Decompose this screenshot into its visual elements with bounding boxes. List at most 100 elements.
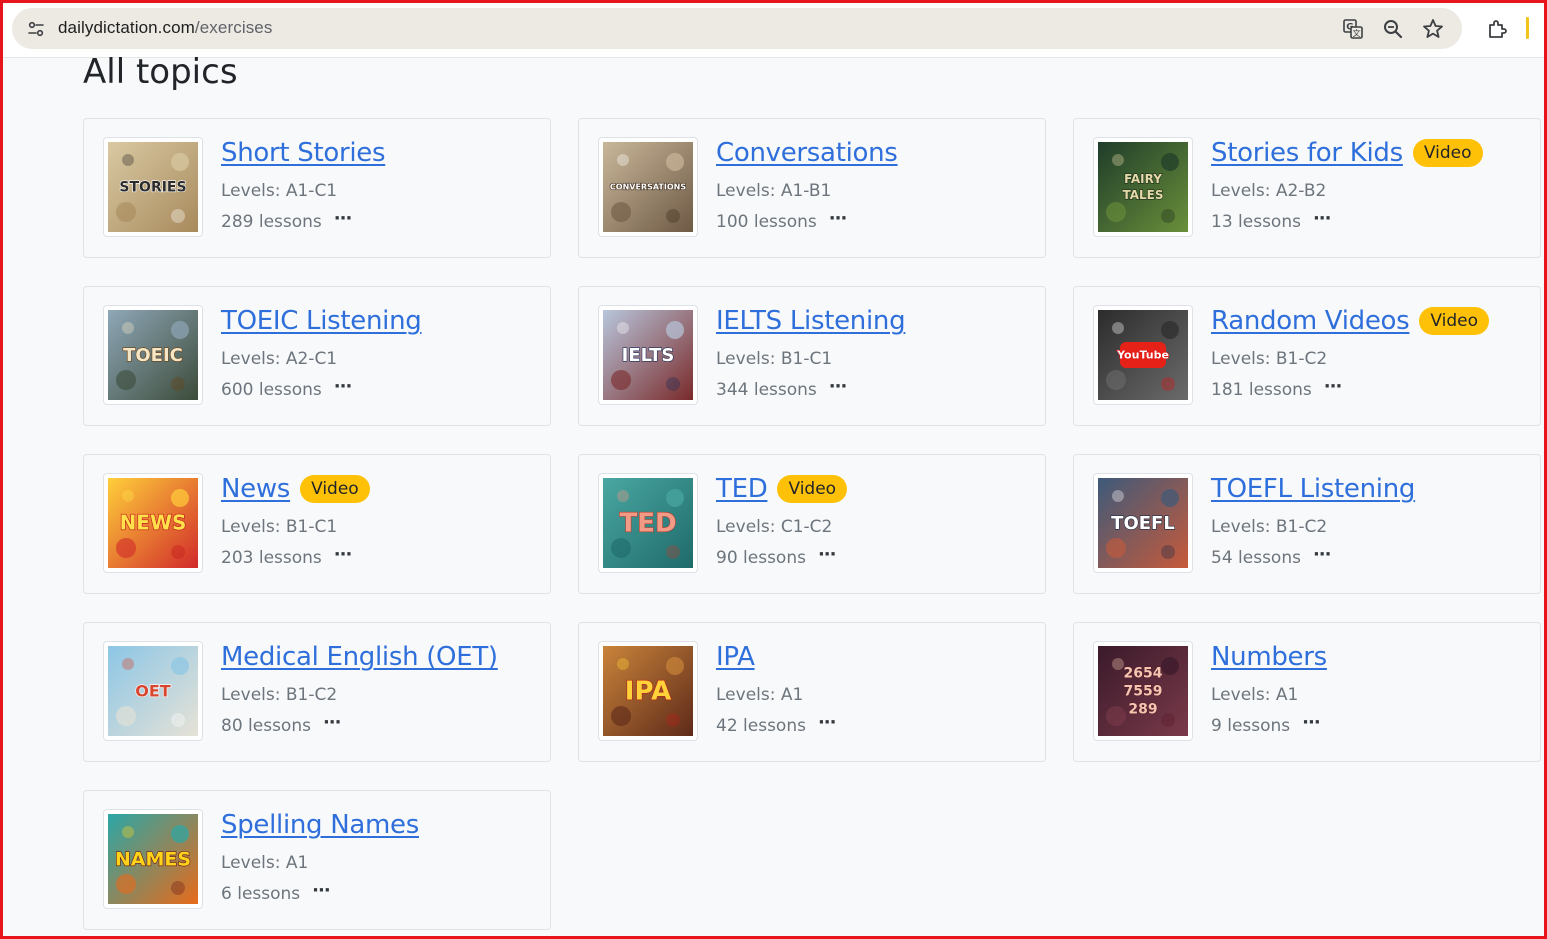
topic-lessons-row: 80 lessons ··· xyxy=(221,714,341,737)
topic-lessons-row: 203 lessons ··· xyxy=(221,546,352,569)
more-options-icon[interactable]: ··· xyxy=(829,378,847,396)
topic-card: CONVERSATIONS Conversations Levels: A1-B… xyxy=(578,118,1046,258)
topic-card: YouTube Random Videos Video Levels: B1-C… xyxy=(1073,286,1541,426)
more-options-icon[interactable]: ··· xyxy=(334,378,352,396)
topic-title-row: Conversations xyxy=(716,138,898,168)
video-badge: Video xyxy=(777,475,848,503)
more-options-icon[interactable]: ··· xyxy=(323,714,341,732)
svg-text:TOEFL: TOEFL xyxy=(1111,513,1175,534)
topic-lessons-count: 181 lessons xyxy=(1211,380,1312,400)
more-options-icon[interactable]: ··· xyxy=(818,714,836,732)
topic-title-row: Stories for Kids Video xyxy=(1211,138,1483,168)
url-path: /exercises xyxy=(194,18,273,37)
topic-lessons-row: 100 lessons ··· xyxy=(716,210,847,233)
more-options-icon[interactable]: ··· xyxy=(334,546,352,564)
topic-thumbnail[interactable]: CONVERSATIONS xyxy=(598,137,698,237)
topic-title-link[interactable]: Numbers xyxy=(1211,642,1327,672)
topic-title-link[interactable]: Conversations xyxy=(716,138,898,168)
topic-card: FAIRY TALES Stories for Kids Video Levels… xyxy=(1073,118,1541,258)
svg-text:FAIRY: FAIRY xyxy=(1124,172,1162,186)
topic-lessons-row: 289 lessons ··· xyxy=(221,210,352,233)
more-options-icon[interactable]: ··· xyxy=(1302,714,1320,732)
topic-card: NEWS News Video Levels: B1-C1 203 lesson… xyxy=(83,454,551,594)
topic-card: 2654 7559 289 Numbers Levels: A1 9 lessons… xyxy=(1073,622,1541,762)
topic-lessons-row: 42 lessons ··· xyxy=(716,714,836,737)
profile-indicator xyxy=(1526,17,1529,39)
topic-lessons-count: 42 lessons xyxy=(716,716,806,736)
more-options-icon[interactable]: ··· xyxy=(818,546,836,564)
svg-text:文: 文 xyxy=(1353,28,1361,38)
topic-title-link[interactable]: Short Stories xyxy=(221,138,386,168)
page-title: All topics xyxy=(83,52,238,92)
topic-lessons-row: 13 lessons ··· xyxy=(1211,210,1331,233)
video-badge: Video xyxy=(300,475,370,503)
topic-levels: Levels: B1-C2 xyxy=(1211,517,1328,537)
topic-title-link[interactable]: TOEIC Listening xyxy=(221,306,422,336)
more-options-icon[interactable]: ··· xyxy=(1324,378,1342,396)
svg-text:TOEIC: TOEIC xyxy=(123,345,183,366)
site-settings-icon[interactable] xyxy=(24,17,48,41)
more-options-icon[interactable]: ··· xyxy=(312,882,330,900)
topic-thumbnail[interactable]: TOEIC xyxy=(103,305,203,405)
topic-levels: Levels: B1-C2 xyxy=(221,685,338,705)
svg-text:7559: 7559 xyxy=(1124,684,1163,700)
topic-levels: Levels: B1-C1 xyxy=(221,517,338,537)
extensions-icon[interactable] xyxy=(1483,15,1511,43)
translate-icon[interactable]: G 文 xyxy=(1340,16,1366,42)
more-options-icon[interactable]: ··· xyxy=(334,210,352,228)
svg-text:YouTube: YouTube xyxy=(1116,349,1169,362)
more-options-icon[interactable]: ··· xyxy=(1313,546,1331,564)
topic-levels: Levels: A1 xyxy=(716,685,804,705)
topic-card: IPA IPA Levels: A1 42 lessons ··· xyxy=(578,622,1046,762)
topic-thumbnail[interactable]: FAIRY TALES xyxy=(1093,137,1193,237)
topic-title-row: News Video xyxy=(221,474,370,504)
topic-title-row: IELTS Listening xyxy=(716,306,906,336)
topic-card: STORIES Short Stories Levels: A1-C1 289 … xyxy=(83,118,551,258)
topic-levels: Levels: B1-C2 xyxy=(1211,349,1328,369)
topic-thumbnail[interactable]: STORIES xyxy=(103,137,203,237)
topic-title-link[interactable]: Random Videos xyxy=(1211,306,1410,336)
topic-thumbnail[interactable]: TOEFL xyxy=(1093,473,1193,573)
topic-card: TED TED Video Levels: C1-C2 90 lessons ·… xyxy=(578,454,1046,594)
topic-title-link[interactable]: Spelling Names xyxy=(221,810,419,840)
topic-lessons-count: 13 lessons xyxy=(1211,212,1301,232)
topic-levels: Levels: A2-C1 xyxy=(221,349,338,369)
topic-title-link[interactable]: TOEFL Listening xyxy=(1211,474,1415,504)
topic-title-link[interactable]: News xyxy=(221,474,290,504)
topic-lessons-count: 203 lessons xyxy=(221,548,322,568)
topic-thumbnail[interactable]: OET xyxy=(103,641,203,741)
more-options-icon[interactable]: ··· xyxy=(829,210,847,228)
topic-levels: Levels: A1 xyxy=(1211,685,1299,705)
topic-title-row: TOEIC Listening xyxy=(221,306,422,336)
topic-levels: Levels: C1-C2 xyxy=(716,517,833,537)
bookmark-star-icon[interactable] xyxy=(1420,16,1446,42)
url-text[interactable]: dailydictation.com/exercises xyxy=(58,18,272,38)
topic-title-row: Medical English (OET) xyxy=(221,642,498,672)
svg-text:NAMES: NAMES xyxy=(115,848,191,870)
topic-thumbnail[interactable]: 2654 7559 289 xyxy=(1093,641,1193,741)
topic-thumbnail[interactable]: IPA xyxy=(598,641,698,741)
address-bar[interactable]: dailydictation.com/exercises G 文 xyxy=(12,8,1462,49)
topic-title-link[interactable]: TED xyxy=(716,474,768,504)
topic-title-link[interactable]: Stories for Kids xyxy=(1211,138,1403,168)
svg-text:TALES: TALES xyxy=(1122,188,1163,202)
topic-thumbnail[interactable]: NEWS xyxy=(103,473,203,573)
topic-thumbnail[interactable]: YouTube xyxy=(1093,305,1193,405)
topic-card: TOEFL TOEFL Listening Levels: B1-C2 54 l… xyxy=(1073,454,1541,594)
topics-grid: STORIES Short Stories Levels: A1-C1 289 … xyxy=(83,118,1541,930)
topic-lessons-count: 289 lessons xyxy=(221,212,322,232)
topic-thumbnail[interactable]: TED xyxy=(598,473,698,573)
topic-thumbnail[interactable]: IELTS xyxy=(598,305,698,405)
more-options-icon[interactable]: ··· xyxy=(1313,210,1331,228)
topic-levels: Levels: A1-C1 xyxy=(221,181,338,201)
topic-title-row: TED Video xyxy=(716,474,848,504)
topic-levels: Levels: B1-C1 xyxy=(716,349,833,369)
topic-lessons-count: 344 lessons xyxy=(716,380,817,400)
topic-lessons-count: 600 lessons xyxy=(221,380,322,400)
svg-text:TED: TED xyxy=(619,509,676,539)
topic-thumbnail[interactable]: NAMES xyxy=(103,809,203,909)
topic-title-link[interactable]: IPA xyxy=(716,642,755,672)
topic-title-link[interactable]: IELTS Listening xyxy=(716,306,906,336)
zoom-icon[interactable] xyxy=(1380,16,1406,42)
topic-title-link[interactable]: Medical English (OET) xyxy=(221,642,498,672)
